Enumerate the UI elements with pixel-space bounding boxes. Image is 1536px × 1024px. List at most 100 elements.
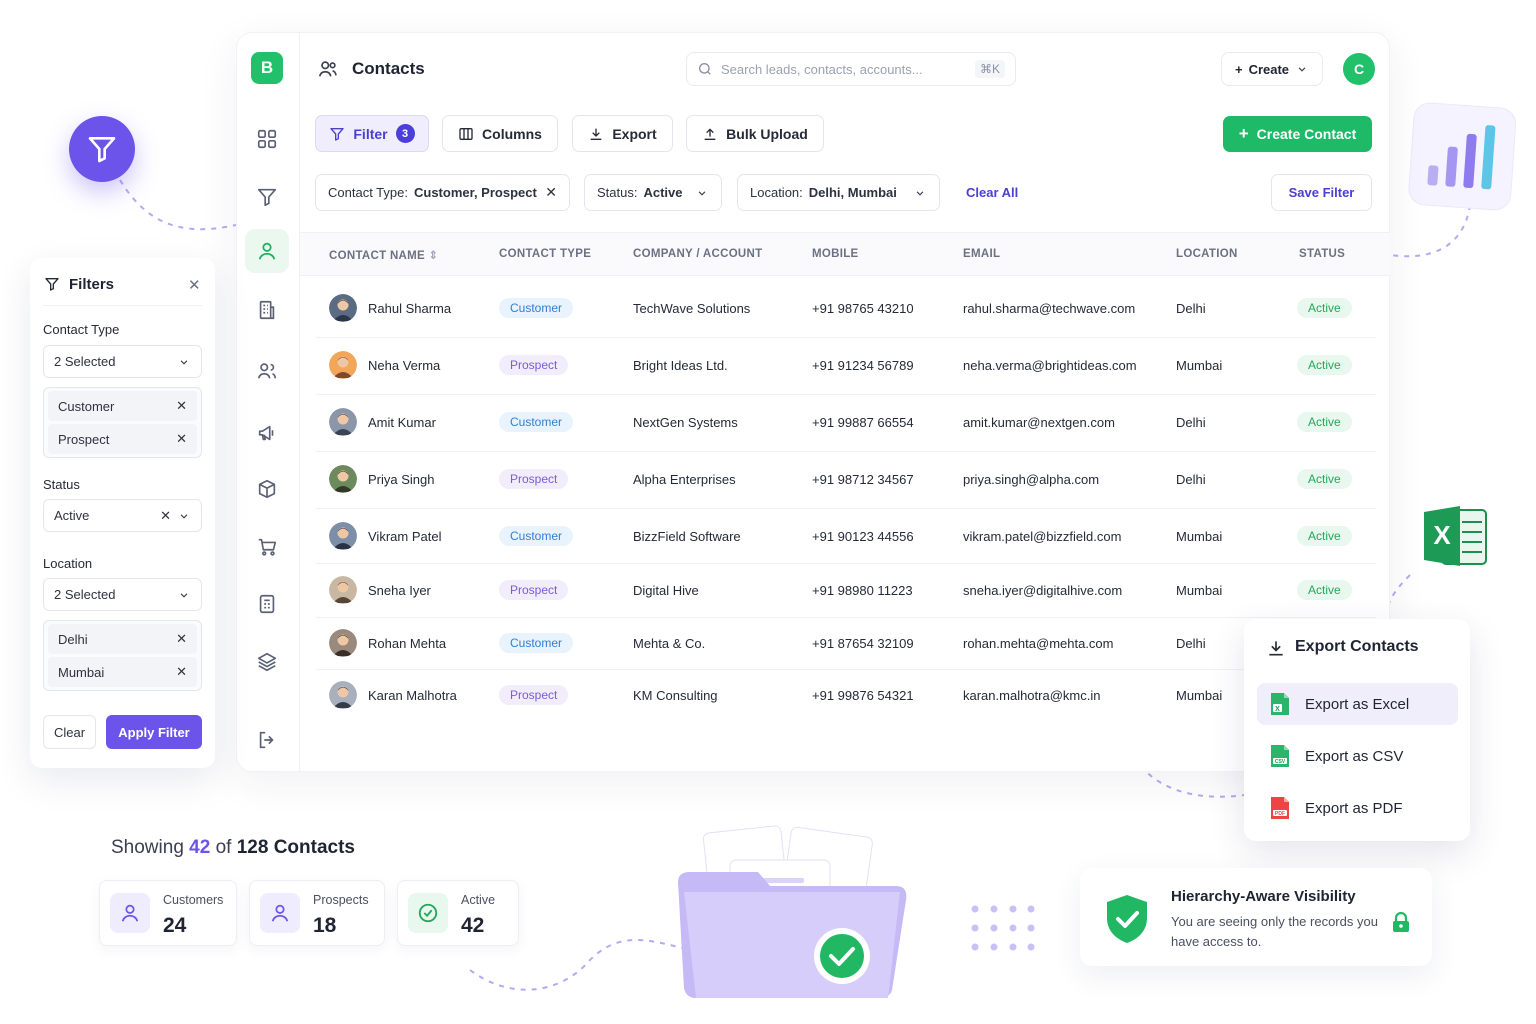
search-shortcut: ⌘K [974, 60, 1005, 78]
users-icon[interactable] [245, 349, 289, 393]
contacts-icon [316, 58, 340, 80]
location-chip[interactable]: Location: Delhi, Mumbai [737, 174, 940, 211]
status-chip[interactable]: Status: Active [584, 174, 722, 211]
building-icon[interactable] [245, 288, 289, 332]
user-avatar[interactable]: C [1343, 53, 1375, 85]
stat-value: 24 [163, 914, 187, 937]
funnel-icon[interactable] [245, 175, 289, 219]
email-address: karan.malhotra@kmc.in [963, 688, 1101, 703]
column-header-contact-type[interactable]: CONTACT TYPE [499, 248, 591, 260]
contact-name[interactable]: Amit Kumar [368, 415, 436, 430]
close-icon[interactable]: ✕ [160, 508, 171, 524]
export-menu-title: Export Contacts [1295, 638, 1419, 655]
logout-icon[interactable] [245, 718, 289, 762]
clear-button[interactable]: Clear [43, 715, 96, 749]
sort-icon[interactable]: ⇕ [429, 250, 439, 262]
contact-name[interactable]: Neha Verma [368, 358, 440, 373]
status-badge: Active [1297, 298, 1352, 318]
mobile-number: +91 87654 32109 [812, 636, 914, 651]
column-header-company[interactable]: COMPANY / ACCOUNT [633, 248, 762, 260]
contact-type-label: Contact Type [43, 322, 120, 337]
clear-all-link[interactable]: Clear All [966, 185, 1018, 200]
column-header-location[interactable]: LOCATION [1176, 248, 1238, 260]
close-icon[interactable]: ✕ [176, 631, 187, 647]
svg-text:X: X [1275, 706, 1280, 713]
hierarchy-title: Hierarchy-Aware Visibility [1171, 888, 1356, 905]
contact-type-badge: Prospect [499, 469, 569, 489]
company-name: TechWave Solutions [633, 301, 751, 316]
apply-filter-button[interactable]: Apply Filter [106, 715, 202, 749]
contact-name[interactable]: Rahul Sharma [368, 301, 451, 316]
avatar [329, 522, 357, 550]
filter-chip-prospect[interactable]: Prospect ✕ [48, 424, 197, 454]
mobile-number: +91 98980 11223 [812, 583, 913, 598]
location-select[interactable]: 2 Selected [43, 578, 202, 611]
close-icon[interactable]: ✕ [188, 276, 201, 294]
save-filter-button[interactable]: Save Filter [1271, 174, 1372, 211]
chip-label: Status: [597, 185, 638, 200]
columns-button[interactable]: Columns [442, 115, 558, 152]
close-icon[interactable]: ✕ [176, 664, 187, 680]
contact-name[interactable]: Karan Malhotra [368, 688, 457, 703]
contact-type-badge: Prospect [499, 685, 569, 705]
filter-button[interactable]: Filter 3 [315, 115, 429, 152]
chevron-down-icon [1298, 67, 1306, 72]
filters-title: Filters [69, 276, 115, 293]
company-name: BizzField Software [633, 529, 741, 544]
export-pdf-item[interactable]: PDF Export as PDF [1257, 787, 1458, 829]
chevron-down-icon [180, 592, 188, 598]
box-icon[interactable] [245, 467, 289, 511]
close-icon[interactable]: ✕ [176, 398, 187, 414]
user-icon[interactable] [245, 229, 289, 273]
row-divider [316, 669, 1376, 670]
divider [43, 305, 202, 306]
shield-check-icon [1104, 893, 1150, 945]
email-address: amit.kumar@nextgen.com [963, 415, 1115, 430]
cart-icon[interactable] [245, 525, 289, 569]
column-header-contact-name[interactable]: CONTACT NAME ⇕ [329, 248, 438, 262]
funnel-icon [69, 116, 135, 182]
row-divider [316, 451, 1376, 452]
location: Delhi [1176, 636, 1206, 651]
row-divider [316, 508, 1376, 509]
filter-chip-customer[interactable]: Customer ✕ [48, 391, 197, 421]
chevron-down-icon [180, 513, 188, 519]
avatar [329, 576, 357, 604]
close-icon[interactable]: ✕ [545, 184, 557, 201]
close-icon[interactable]: ✕ [176, 431, 187, 447]
create-contact-button[interactable]: + Create Contact [1223, 116, 1372, 152]
calculator-icon[interactable] [245, 582, 289, 626]
export-csv-item[interactable]: CSV Export as CSV [1257, 735, 1458, 777]
dashboard-icon[interactable] [245, 117, 289, 161]
app-logo[interactable]: B [251, 52, 283, 84]
bulk-upload-button[interactable]: Bulk Upload [686, 115, 824, 152]
export-excel-item[interactable]: X Export as Excel [1257, 683, 1458, 725]
column-header-email[interactable]: EMAIL [963, 248, 1000, 260]
company-name: Mehta & Co. [633, 636, 706, 651]
company-name: KM Consulting [633, 688, 718, 703]
contact-name[interactable]: Vikram Patel [368, 529, 441, 544]
upload-icon [704, 128, 716, 140]
search-input[interactable]: Search leads, contacts, accounts... ⌘K [686, 52, 1016, 86]
column-header-mobile[interactable]: MOBILE [812, 248, 859, 260]
contact-name[interactable]: Rohan Mehta [368, 636, 446, 651]
filter-chip-delhi[interactable]: Delhi ✕ [48, 624, 197, 654]
stat-card-customers: Customers 24 [99, 880, 237, 946]
search-icon [699, 62, 711, 75]
contact-type-select[interactable]: 2 Selected [43, 345, 202, 378]
contact-name[interactable]: Priya Singh [368, 472, 434, 487]
contact-name[interactable]: Sneha Iyer [368, 583, 431, 598]
layers-icon[interactable] [245, 640, 289, 684]
status-badge: Active [1297, 412, 1352, 432]
contact-type-chip[interactable]: Contact Type: Customer, Prospect ✕ [315, 174, 570, 211]
status-badge: Active [1297, 580, 1352, 600]
status-select[interactable]: Active ✕ [43, 499, 202, 532]
export-button[interactable]: Export [572, 115, 673, 152]
contact-type-badge: Customer [499, 633, 574, 653]
filter-chip-mumbai[interactable]: Mumbai ✕ [48, 657, 197, 687]
contact-type-badge: Prospect [499, 355, 569, 375]
create-button[interactable]: + Create [1221, 52, 1323, 86]
megaphone-icon[interactable] [245, 411, 289, 455]
column-header-status[interactable]: STATUS [1299, 248, 1345, 260]
contact-type-badge: Customer [499, 526, 574, 546]
